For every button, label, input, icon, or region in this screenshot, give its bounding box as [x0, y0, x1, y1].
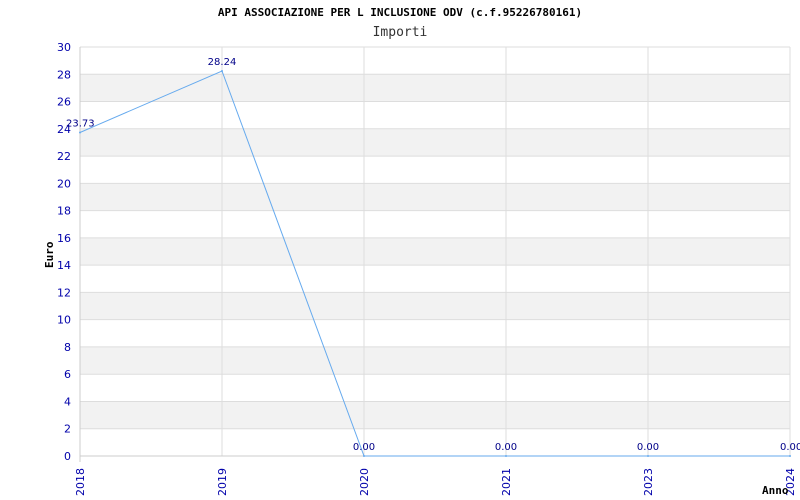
y-tick-label: 22: [57, 150, 71, 163]
data-point: [789, 455, 791, 457]
data-point: [647, 455, 649, 457]
y-tick-label: 12: [57, 286, 71, 299]
data-point: [79, 131, 81, 134]
data-label: 28.24: [208, 57, 237, 68]
y-axis-label: Euro: [43, 241, 56, 268]
y-tick-label: 14: [57, 259, 71, 272]
grid-band: [80, 292, 790, 320]
grid-band: [80, 346, 790, 375]
line-chart: 024681012141618202224262830 2018 2019 2020…: [43, 41, 800, 497]
y-tick-label: 20: [57, 177, 71, 190]
data-label: 0.00: [353, 442, 375, 453]
data-label: 23.73: [66, 118, 95, 129]
y-tick-label: 4: [64, 395, 71, 408]
grid-band: [80, 237, 790, 266]
data-label: 0.00: [495, 442, 517, 453]
y-tick-label: 26: [57, 96, 71, 109]
data-label: 0.00: [637, 442, 659, 453]
y-tick-label: 28: [57, 68, 71, 81]
data-label: 0.00: [780, 442, 800, 453]
data-point: [363, 455, 365, 457]
y-tick-label: 30: [57, 41, 71, 54]
grid-bands: [80, 74, 790, 429]
x-tick-label: 2023: [642, 468, 655, 496]
data-point: [505, 455, 507, 457]
x-tick-label: 2018: [74, 468, 87, 496]
y-tick-label: 6: [64, 368, 71, 381]
y-tick-label: 0: [64, 450, 71, 463]
y-tick-label: 18: [57, 205, 71, 218]
y-tick-labels: 024681012141618202224262830: [57, 41, 71, 463]
x-tick-label: 2019: [216, 468, 229, 496]
y-tick-label: 10: [57, 314, 71, 327]
x-axis-label: Anno: [762, 484, 789, 497]
grid-band: [80, 128, 790, 157]
y-tick-label: 2: [64, 423, 71, 436]
grid-band: [80, 401, 790, 429]
x-tick-label: 2021: [500, 468, 513, 496]
grid-band: [80, 183, 790, 211]
y-tick-label: 8: [64, 341, 71, 354]
grid-band: [80, 74, 790, 102]
x-tick-label: 2020: [358, 468, 371, 496]
data-point: [221, 69, 223, 72]
y-tick-label: 16: [57, 232, 71, 245]
x-tick-labels: 2018 2019 2020 2021 2023 2024: [74, 468, 797, 496]
